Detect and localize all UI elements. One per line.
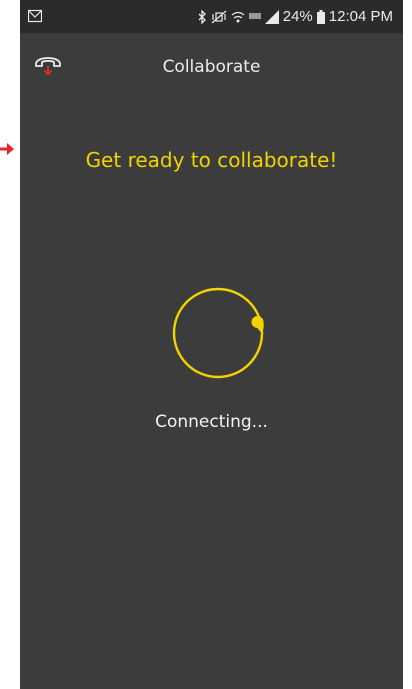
status-bar: 24% 12:04 PM	[20, 0, 403, 33]
connection-status: Connecting...	[155, 412, 268, 432]
clock: 12:04 PM	[328, 8, 393, 25]
app-title: Collaborate	[162, 57, 261, 77]
battery-percent: 24%	[282, 8, 313, 25]
wifi-icon	[231, 11, 245, 23]
headline: Get ready to collaborate!	[85, 148, 338, 172]
battery-icon	[316, 10, 325, 24]
pointer-arrow-icon	[0, 143, 14, 155]
bluetooth-icon	[198, 10, 206, 24]
lte-icon	[248, 13, 261, 19]
gmail-icon	[28, 9, 42, 23]
mute-icon	[211, 10, 227, 24]
phone-screen: 24% 12:04 PM Collaborate Get ready to co…	[20, 0, 403, 689]
signal-icon	[264, 10, 279, 24]
app-bar: Collaborate	[20, 33, 403, 101]
status-icons: 24% 12:04 PM	[198, 7, 393, 27]
hang-up-icon[interactable]	[33, 51, 63, 79]
loading-spinner-icon	[172, 287, 264, 379]
